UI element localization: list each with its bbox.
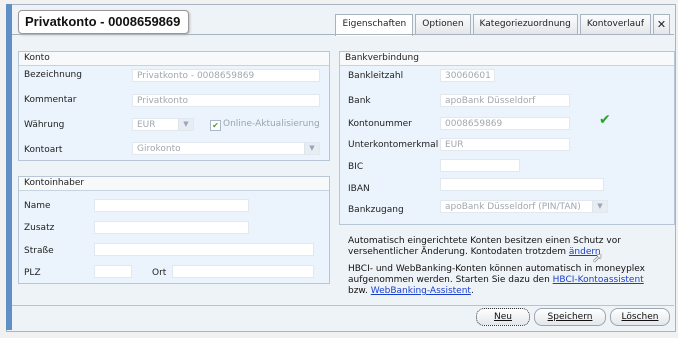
zugang-select[interactable]: apoBank Düsseldorf (PIN/TAN) ▼ [440, 200, 608, 213]
bank-label: Bank [348, 96, 371, 106]
tab-kategoriezuordnung[interactable]: Kategoriezuordnung [472, 14, 578, 34]
webbanking-assistant-link[interactable]: WebBanking-Assistent [371, 286, 471, 296]
neu-button[interactable]: Neu [476, 308, 530, 326]
speichern-label: Speichern [547, 312, 593, 322]
name-label: Name [24, 201, 51, 211]
plz-field[interactable] [94, 265, 132, 278]
kontoart-select[interactable]: Girokonto ▼ [132, 142, 320, 155]
name-field[interactable] [94, 199, 249, 212]
hbci-assistant-link[interactable]: HBCI-Kontoassistent [553, 275, 644, 285]
bic-label: BIC [348, 162, 364, 172]
kommentar-field[interactable]: Privatkonto [132, 94, 320, 107]
zusatz-label: Zusatz [24, 223, 55, 233]
blz-label: Bankleitzahl [348, 71, 404, 81]
unterkonto-field[interactable]: EUR [440, 138, 570, 151]
zugang-label: Bankzugang [348, 205, 404, 215]
kontonummer-label: Kontonummer [348, 119, 412, 129]
bic-field[interactable] [440, 159, 520, 172]
close-icon[interactable]: ✕ [653, 14, 670, 34]
valid-check-icon: ✔ [599, 112, 611, 128]
ort-field[interactable] [172, 265, 314, 278]
tab-eigenschaften[interactable]: Eigenschaften [335, 14, 414, 36]
unterkonto-label: Unterkontomerkmal [348, 140, 439, 150]
waehrung-value: EUR [137, 120, 156, 130]
speichern-button[interactable]: Speichern [534, 308, 606, 326]
hbci-mid-text: bzw. [348, 286, 368, 296]
bank-field[interactable]: apoBank Düsseldorf [440, 94, 570, 107]
chevron-down-icon: ▼ [304, 143, 319, 154]
loeschen-label: Löschen [621, 312, 659, 322]
hbci-note: HBCI- und WebBanking-Konten können autom… [348, 264, 645, 296]
zusatz-field[interactable] [94, 221, 249, 234]
kontoart-label: Kontoart [24, 145, 63, 155]
plz-label: PLZ [24, 268, 41, 278]
iban-field[interactable] [440, 178, 604, 191]
ort-label: Ort [152, 268, 167, 278]
loeschen-button[interactable]: Löschen [610, 308, 670, 326]
konto-header: Konto [19, 52, 329, 66]
protection-note: Automatisch eingerichtete Konten besitze… [348, 236, 653, 258]
online-checkbox[interactable]: ✔ [210, 120, 221, 131]
kontoinhaber-header: Kontoinhaber [19, 177, 329, 191]
neu-label: Neu [494, 312, 512, 322]
waehrung-label: Währung [24, 120, 65, 130]
tab-bar: Eigenschaften Optionen Kategoriezuordnun… [333, 14, 670, 36]
blz-field[interactable]: 30060601 [440, 69, 495, 82]
tab-optionen[interactable]: Optionen [415, 14, 471, 34]
online-label: Online-Aktualisierung [223, 119, 320, 129]
bankverbindung-header: Bankverbindung [340, 52, 674, 66]
strasse-field[interactable] [94, 243, 314, 256]
kontoart-value: Girokonto [137, 144, 181, 154]
iban-label: IBAN [348, 184, 370, 194]
waehrung-select[interactable]: EUR ▼ [132, 118, 194, 131]
kommentar-label: Kommentar [24, 95, 77, 105]
bezeichnung-field[interactable]: Privatkonto - 0008659869 [132, 69, 320, 82]
page-title: Privatkonto - 0008659869 [18, 10, 190, 34]
kontonummer-field[interactable]: 0008659869 [440, 117, 570, 130]
chevron-down-icon: ▼ [592, 201, 607, 212]
zugang-value: apoBank Düsseldorf (PIN/TAN) [445, 202, 581, 212]
bezeichnung-label: Bezeichnung [24, 70, 82, 80]
tab-kontoverlauf[interactable]: Kontoverlauf [579, 14, 651, 34]
chevron-down-icon: ▼ [178, 119, 193, 130]
strasse-label: Straße [24, 246, 54, 256]
